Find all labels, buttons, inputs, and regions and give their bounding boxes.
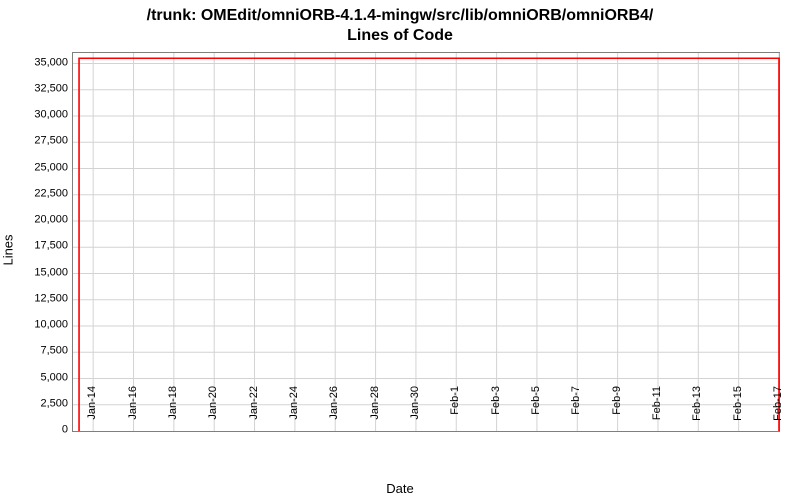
x-tick-label: 13-Feb [691, 386, 703, 436]
x-tick-label: 26-Jan [328, 386, 340, 436]
x-tick-label: 17-Feb [772, 386, 784, 436]
y-tick-label: 20,000 [8, 215, 68, 226]
x-tick-label: 20-Jan [207, 386, 219, 436]
y-tick-label: 30,000 [8, 110, 68, 121]
x-tick-label: 15-Feb [732, 386, 744, 436]
x-tick-label: 18-Jan [167, 386, 179, 436]
y-tick-label: 12,500 [8, 293, 68, 304]
chart-title: /trunk: OMEdit/omniORB-4.1.4-mingw/src/l… [0, 6, 800, 46]
plot-area [72, 52, 780, 432]
y-tick-label: 27,500 [8, 136, 68, 147]
y-tick-label: 7,500 [8, 346, 68, 357]
y-tick-label: 17,500 [8, 241, 68, 252]
x-tick-label: 28-Jan [369, 386, 381, 436]
chart-title-line2: Lines of Code [347, 27, 453, 44]
x-tick-label: 9-Feb [611, 386, 623, 436]
y-tick-label: 32,500 [8, 83, 68, 94]
x-tick-label: 30-Jan [409, 386, 421, 436]
y-tick-label: 25,000 [8, 162, 68, 173]
x-tick-label: 5-Feb [530, 386, 542, 436]
y-tick-label: 22,500 [8, 188, 68, 199]
chart-container: /trunk: OMEdit/omniORB-4.1.4-mingw/src/l… [0, 0, 800, 500]
y-tick-label: 10,000 [8, 320, 68, 331]
x-tick-label: 22-Jan [248, 386, 260, 436]
x-tick-label: 14-Jan [86, 386, 98, 436]
x-tick-label: 24-Jan [288, 386, 300, 436]
x-tick-label: 11-Feb [651, 386, 663, 436]
y-tick-label: 15,000 [8, 267, 68, 278]
x-tick-label: 16-Jan [127, 386, 139, 436]
chart-title-line1: /trunk: OMEdit/omniORB-4.1.4-mingw/src/l… [147, 7, 654, 24]
y-tick-label: 5,000 [8, 372, 68, 383]
x-axis-label: Date [0, 481, 800, 496]
series-line [79, 58, 779, 431]
x-tick-label: 7-Feb [570, 386, 582, 436]
y-tick-label: 35,000 [8, 57, 68, 68]
x-tick-label: 1-Feb [449, 386, 461, 436]
y-tick-label: 0 [8, 425, 68, 436]
y-tick-label: 2,500 [8, 398, 68, 409]
series-layer [73, 53, 779, 431]
x-tick-label: 3-Feb [490, 386, 502, 436]
